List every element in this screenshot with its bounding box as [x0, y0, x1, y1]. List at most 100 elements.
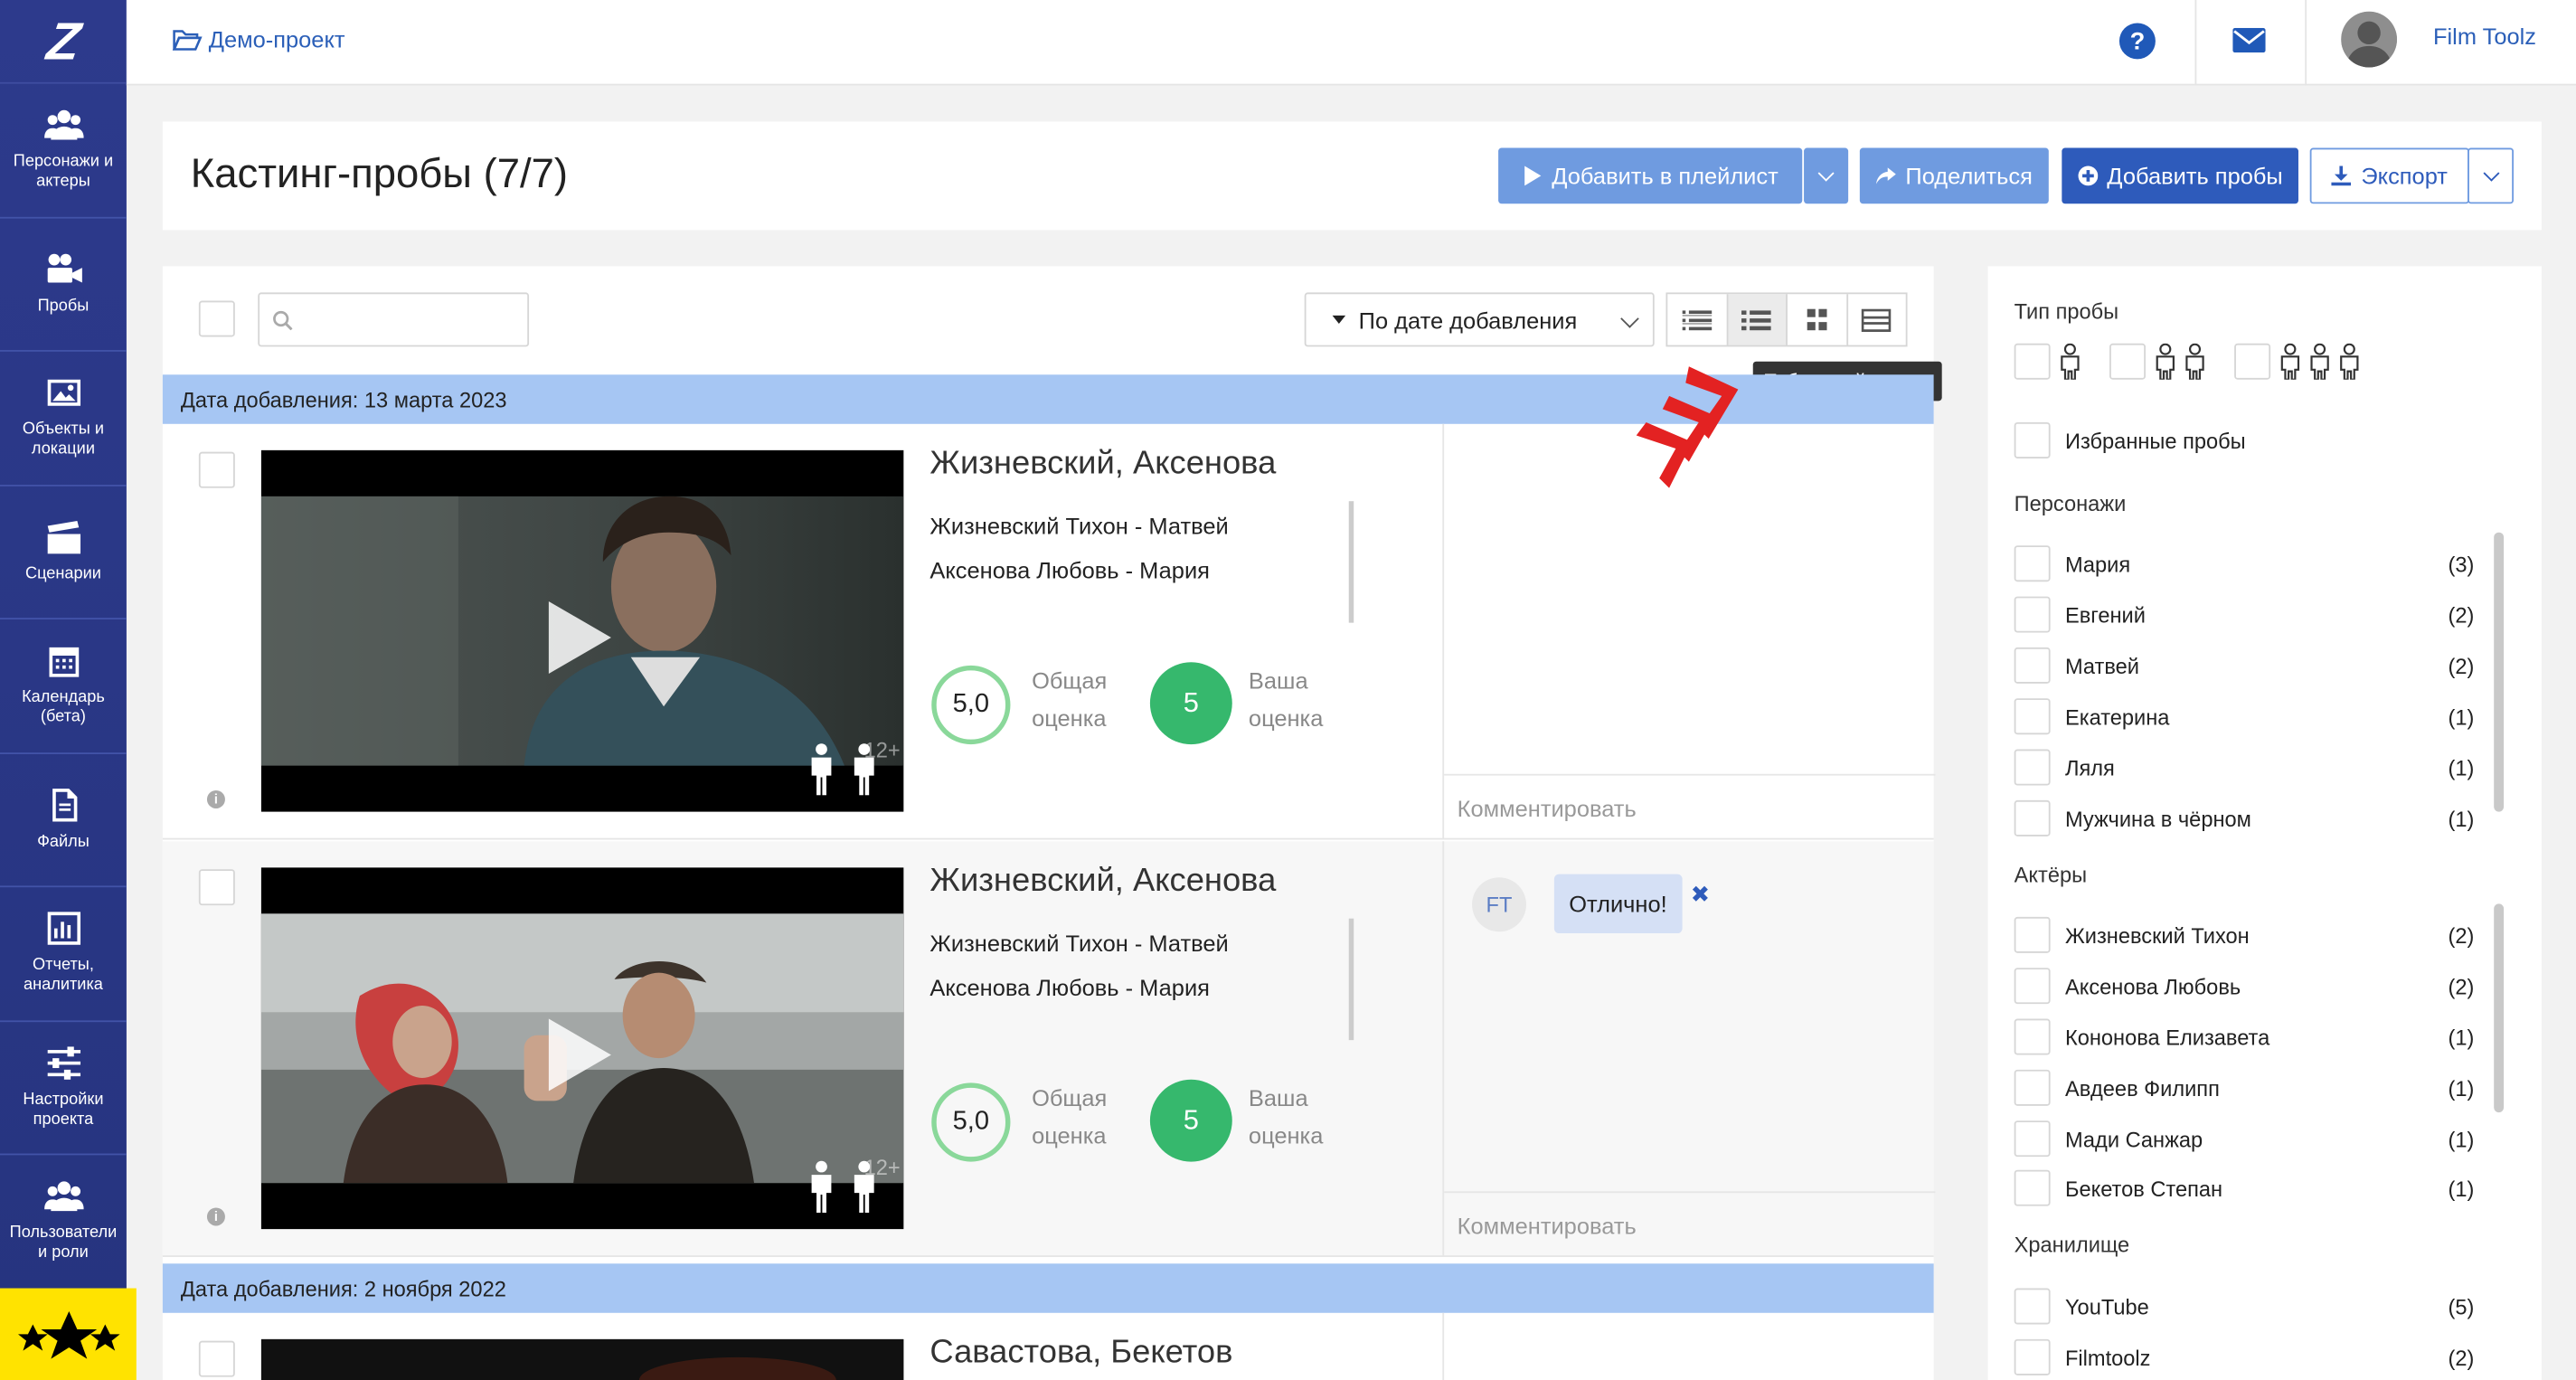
sidebar-item-characters[interactable]: Персонажи и актеры [0, 84, 127, 218]
actor-filter[interactable]: Аксенова Любовь (2) [2014, 968, 2474, 1005]
bar-chart-icon [46, 912, 80, 946]
video-player[interactable] [260, 1338, 904, 1380]
sidebar-item-scripts[interactable]: Сценарии [0, 486, 127, 620]
trial-title[interactable]: Жизневский, Аксенова [929, 445, 1276, 483]
info-icon[interactable]: i [206, 789, 225, 808]
storage-filter[interactable]: Filmtoolz (2) [2014, 1338, 2474, 1375]
page-header: Кастинг-пробы (7/7) Добавить в плейлист … [162, 121, 2542, 231]
character-checkbox[interactable] [2014, 596, 2051, 633]
select-all-checkbox[interactable] [198, 300, 235, 337]
row-checkbox[interactable] [198, 1340, 235, 1377]
mail-icon[interactable] [2232, 27, 2266, 53]
bottom-star-logo[interactable] [0, 1288, 137, 1380]
character-checkbox[interactable] [2014, 799, 2051, 837]
trial-type-filters [2014, 343, 2363, 380]
favorites-filter[interactable]: Избранные пробы [2014, 421, 2475, 458]
characters-scrollbar[interactable] [2494, 532, 2505, 812]
sort-dropdown[interactable]: По дате добавления [1304, 292, 1655, 347]
actor-filter[interactable]: Кононова Елизавета (1) [2014, 1018, 2474, 1055]
search-input[interactable] [258, 292, 530, 347]
add-to-playlist-button[interactable]: Добавить в плейлист [1498, 147, 1803, 204]
view-list-button[interactable] [1667, 294, 1728, 345]
view-table-button[interactable] [1727, 294, 1788, 345]
trial-type-heading: Тип пробы [2014, 298, 2119, 324]
sidebar-item-files[interactable]: Файлы [0, 753, 127, 888]
storage-checkbox[interactable] [2014, 1338, 2051, 1375]
info-icon[interactable]: i [206, 1207, 225, 1226]
top-bar: Демо-проект ? Film Toolz [126, 0, 2576, 86]
character-checkbox[interactable] [2014, 545, 2051, 582]
roles-scrollbar[interactable] [1348, 918, 1354, 1041]
character-filter[interactable]: Евгений (2) [2014, 596, 2474, 633]
character-filter[interactable]: Екатерина (1) [2014, 698, 2474, 735]
trial-title[interactable]: Савастова, Бекетов [929, 1334, 1232, 1372]
sidebar-item-objects[interactable]: Объекты и локации [0, 352, 127, 486]
two-people-icon [805, 742, 881, 796]
type-group-checkbox[interactable] [2234, 343, 2271, 380]
row-checkbox[interactable] [198, 869, 235, 906]
list-icon [1682, 309, 1712, 330]
character-checkbox[interactable] [2014, 647, 2051, 684]
actors-heading: Актёры [2014, 862, 2088, 888]
your-score[interactable]: 5 [1149, 1079, 1232, 1162]
actor-filter[interactable]: Мади Санжар (1) [2014, 1120, 2474, 1158]
share-button[interactable]: Поделиться [1859, 147, 2049, 204]
sidebar-item-calendar[interactable]: Календарь (бета) [0, 619, 127, 754]
type-pair-checkbox[interactable] [2109, 343, 2147, 380]
character-filter[interactable]: Мария (3) [2014, 545, 2474, 582]
storage-filter[interactable]: YouTube (5) [2014, 1288, 2474, 1325]
group-header: Дата добавления: 2 ноября 2022 [162, 1263, 1934, 1313]
actor-checkbox[interactable] [2014, 1169, 2051, 1206]
character-filter[interactable]: Ляля (1) [2014, 749, 2474, 786]
add-trials-button[interactable]: Добавить пробы [2062, 147, 2298, 204]
sidebar-item-users[interactable]: Пользователи и роли [0, 1155, 127, 1290]
actor-checkbox[interactable] [2014, 1018, 2051, 1055]
user-name-link[interactable]: Film Toolz [2433, 23, 2536, 49]
comment-input[interactable]: Комментировать [1444, 1191, 1936, 1257]
actor-checkbox[interactable] [2014, 1120, 2051, 1158]
actor-filter[interactable]: Авдеев Филипп (1) [2014, 1069, 2474, 1106]
help-button[interactable]: ? [2118, 23, 2156, 60]
storage-checkbox[interactable] [2014, 1288, 2051, 1325]
view-mode-switcher [1665, 292, 1908, 347]
export-button[interactable]: Экспорт [2309, 147, 2469, 204]
app-logo[interactable]: Z [0, 0, 127, 84]
character-checkbox[interactable] [2014, 698, 2051, 735]
sidebar-item-trials[interactable]: Пробы [0, 218, 127, 352]
folder-open-icon [172, 30, 203, 51]
character-filter[interactable]: Матвей (2) [2014, 647, 2474, 684]
character-checkbox[interactable] [2014, 749, 2051, 786]
view-grid-button[interactable] [1788, 294, 1848, 345]
video-player[interactable]: 12+ [260, 867, 904, 1230]
rows-icon [1862, 307, 1892, 332]
actor-checkbox[interactable] [2014, 1069, 2051, 1106]
type-single-checkbox[interactable] [2014, 343, 2051, 380]
sidebar-item-reports[interactable]: Отчеты, аналитика [0, 887, 127, 1022]
calendar-icon [48, 647, 79, 678]
roles-scrollbar[interactable] [1348, 501, 1354, 623]
play-icon[interactable] [548, 601, 611, 674]
actor-filter[interactable]: Бекетов Степан (1) [2014, 1169, 2474, 1206]
comment-input[interactable]: Комментировать [1444, 773, 1936, 840]
row-checkbox[interactable] [198, 451, 235, 488]
your-score[interactable]: 5 [1149, 662, 1232, 745]
export-dropdown-button[interactable] [2467, 147, 2515, 204]
sidebar-item-settings[interactable]: Настройки проекта [0, 1021, 127, 1156]
actors-scrollbar[interactable] [2494, 903, 2505, 1113]
trial-title[interactable]: Жизневский, Аксенова [929, 863, 1276, 901]
favorites-checkbox[interactable] [2014, 421, 2051, 458]
video-player[interactable]: 12+ [260, 449, 904, 812]
actor-checkbox[interactable] [2014, 968, 2051, 1005]
role-line: Жизневский Тихон - Матвей [929, 512, 1229, 539]
breadcrumb[interactable]: Демо-проект [172, 26, 345, 52]
character-filter[interactable]: Мужчина в чёрном (1) [2014, 799, 2474, 837]
view-compact-button[interactable] [1847, 294, 1906, 345]
actor-filter[interactable]: Жизневский Тихон (2) [2014, 916, 2474, 953]
actor-checkbox[interactable] [2014, 916, 2051, 953]
characters-heading: Персонажи [2014, 491, 2127, 516]
playlist-dropdown-button[interactable] [1804, 147, 1849, 204]
delete-comment-icon[interactable]: ✖ [1691, 881, 1710, 909]
overall-score-label: Общая оценка [1032, 666, 1108, 732]
avatar[interactable] [2341, 11, 2398, 68]
play-icon[interactable] [548, 1018, 611, 1092]
